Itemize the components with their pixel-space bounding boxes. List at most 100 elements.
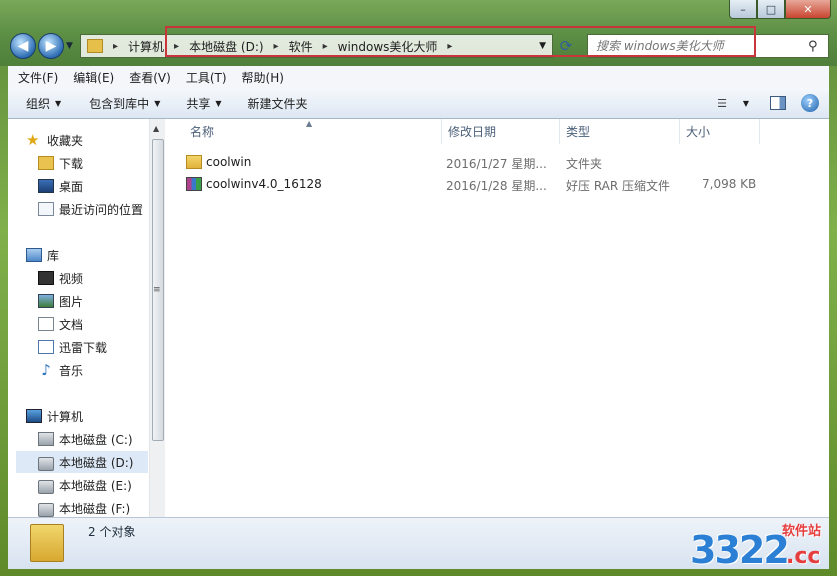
window-controls: – □ ✕ — [729, 0, 831, 20]
menu-edit[interactable]: 编辑(E) — [68, 69, 119, 86]
arrow-left-icon: ◀ — [17, 38, 29, 54]
navigation-scrollbar[interactable]: ▲ ≡ — [149, 119, 165, 517]
sidebar-item-label: 桌面 — [59, 179, 84, 194]
forward-button[interactable]: ▶ — [38, 33, 64, 59]
recent-places-icon — [38, 202, 54, 216]
folder-large-icon — [30, 524, 64, 562]
sidebar-item-recent[interactable]: 最近访问的位置 — [38, 198, 143, 220]
sidebar-item-documents[interactable]: 文档 — [38, 313, 83, 335]
downloads-folder-icon — [38, 156, 54, 170]
sidebar-item-label: 下载 — [59, 156, 84, 171]
music-note-icon: ♪ — [41, 361, 51, 379]
file-list: ▲ 名称 修改日期 类型 大小 coolwin 2016/1/27 星期... … — [168, 119, 829, 517]
organize-button[interactable]: 组织 ▼ — [16, 95, 71, 112]
sidebar-item-libraries[interactable]: 库 — [26, 244, 59, 266]
sidebar-item-label: 文档 — [59, 317, 84, 332]
preview-pane-button[interactable] — [769, 94, 787, 112]
sidebar-item-label: 计算机 — [47, 409, 84, 424]
minimize-button[interactable]: – — [729, 0, 757, 19]
star-icon: ★ — [26, 131, 40, 149]
sidebar-item-drive-c[interactable]: 本地磁盘 (C:) — [38, 428, 133, 450]
view-options-icon[interactable]: ☰ — [713, 94, 731, 112]
explorer-window: – □ ✕ ◀ ▶ ▼ ▸ 计算机 ▸ 本地磁盘 (D:) ▸ 软件 ▸ win… — [0, 0, 837, 576]
share-label: 共享 — [186, 96, 211, 111]
desktop-icon — [38, 179, 54, 193]
hard-drive-icon — [38, 502, 54, 517]
new-folder-button[interactable]: 新建文件夹 — [238, 95, 318, 112]
folder-icon — [186, 155, 202, 169]
download-library-icon — [38, 340, 54, 354]
menu-bar: 文件(F) 编辑(E) 查看(V) 工具(T) 帮助(H) — [8, 66, 829, 89]
sidebar-item-label: 最近访问的位置 — [59, 202, 144, 217]
sidebar-item-downloads[interactable]: 下载 — [38, 152, 83, 174]
file-type: 好压 RAR 压缩文件 — [566, 179, 671, 193]
sidebar-item-drive-d[interactable]: 本地磁盘 (D:) — [16, 451, 148, 473]
share-button[interactable]: 共享 ▼ — [176, 95, 231, 112]
column-header-name[interactable]: 名称 — [184, 119, 442, 144]
watermark-suffix: .cc — [786, 544, 821, 569]
sidebar-item-desktop[interactable]: 桌面 — [38, 175, 83, 197]
maximize-button[interactable]: □ — [757, 0, 785, 19]
folder-icon — [87, 39, 103, 53]
sidebar-item-label: 迅雷下载 — [59, 340, 108, 355]
scroll-grip-icon: ≡ — [153, 285, 161, 295]
menu-help[interactable]: 帮助(H) — [237, 69, 289, 86]
sidebar-item-favorites[interactable]: ★ 收藏夹 — [26, 129, 83, 151]
chevron-down-icon[interactable]: ▼ — [737, 94, 755, 112]
file-name: coolwinv4.0_16128 — [206, 177, 322, 191]
computer-icon — [26, 409, 42, 423]
back-button[interactable]: ◀ — [10, 33, 36, 59]
search-icon[interactable]: ⚲ — [808, 39, 818, 54]
toolbar-right: ☰ ▼ ? — [699, 94, 819, 112]
close-button[interactable]: ✕ — [785, 0, 831, 19]
table-row[interactable]: coolwin 2016/1/27 星期... 文件夹 — [184, 152, 764, 172]
sidebar-item-label: 本地磁盘 (C:) — [59, 432, 133, 447]
sidebar-item-drive-f[interactable]: 本地磁盘 (F:) — [38, 497, 130, 519]
watermark-logo: 软件站 3322 .cc — [690, 514, 830, 574]
file-size: 7,098 KB — [702, 177, 757, 191]
system-drive-icon — [38, 432, 54, 446]
document-icon — [38, 317, 54, 331]
hard-drive-icon — [38, 479, 54, 494]
library-icon — [26, 248, 42, 262]
chevron-right-icon[interactable]: ▸ — [109, 41, 122, 52]
chevron-down-icon: ▼ — [215, 98, 222, 108]
highlight-box — [165, 26, 756, 57]
sidebar-item-computer[interactable]: 计算机 — [26, 405, 83, 427]
sidebar-item-videos[interactable]: 视频 — [38, 267, 83, 289]
command-bar: 组织 ▼ 包含到库中 ▼ 共享 ▼ 新建文件夹 ☰ ▼ ? — [8, 88, 829, 119]
sidebar-item-label: 视频 — [59, 271, 84, 286]
breadcrumb-computer[interactable]: 计算机 — [122, 38, 170, 55]
include-label: 包含到库中 — [89, 96, 150, 111]
sidebar-item-label: 图片 — [59, 294, 84, 309]
include-in-library-button[interactable]: 包含到库中 ▼ — [79, 95, 170, 112]
navigation-pane: ★ 收藏夹 下载 桌面 最近访问的位置 库 视频 图片 文档 迅雷下载 ♪ 音乐 计… — [8, 119, 148, 517]
column-header-date[interactable]: 修改日期 — [442, 119, 560, 144]
menu-file[interactable]: 文件(F) — [13, 69, 63, 86]
menu-tools[interactable]: 工具(T) — [181, 69, 232, 86]
sidebar-item-drive-e[interactable]: 本地磁盘 (E:) — [38, 474, 132, 496]
column-header-size[interactable]: 大小 — [680, 119, 760, 144]
scroll-up-icon[interactable]: ▲ — [153, 124, 159, 133]
file-date: 2016/1/28 星期... — [446, 179, 547, 193]
sidebar-item-label: 库 — [47, 248, 60, 263]
file-type: 文件夹 — [566, 157, 603, 171]
chevron-down-icon: ▼ — [55, 98, 62, 108]
sidebar-item-xunlei[interactable]: 迅雷下载 — [38, 336, 107, 358]
navigation-buttons: ◀ ▶ ▼ — [10, 33, 78, 59]
table-row[interactable]: coolwinv4.0_16128 2016/1/28 星期... 好压 RAR… — [184, 174, 764, 194]
rar-archive-icon — [186, 177, 202, 191]
chevron-down-icon: ▼ — [154, 98, 161, 108]
file-date: 2016/1/27 星期... — [446, 157, 547, 171]
pictures-icon — [38, 294, 54, 308]
new-folder-label: 新建文件夹 — [247, 96, 308, 111]
help-icon[interactable]: ? — [801, 94, 819, 112]
recent-pages-dropdown[interactable]: ▼ — [66, 41, 78, 51]
menu-view[interactable]: 查看(V) — [124, 69, 176, 86]
sidebar-item-music[interactable]: ♪ 音乐 — [38, 359, 83, 381]
organize-label: 组织 — [26, 96, 51, 111]
column-header-type[interactable]: 类型 — [560, 119, 680, 144]
watermark-digits: 3322 — [690, 528, 790, 572]
sidebar-item-pictures[interactable]: 图片 — [38, 290, 83, 312]
sidebar-item-label: 本地磁盘 (D:) — [59, 455, 134, 470]
